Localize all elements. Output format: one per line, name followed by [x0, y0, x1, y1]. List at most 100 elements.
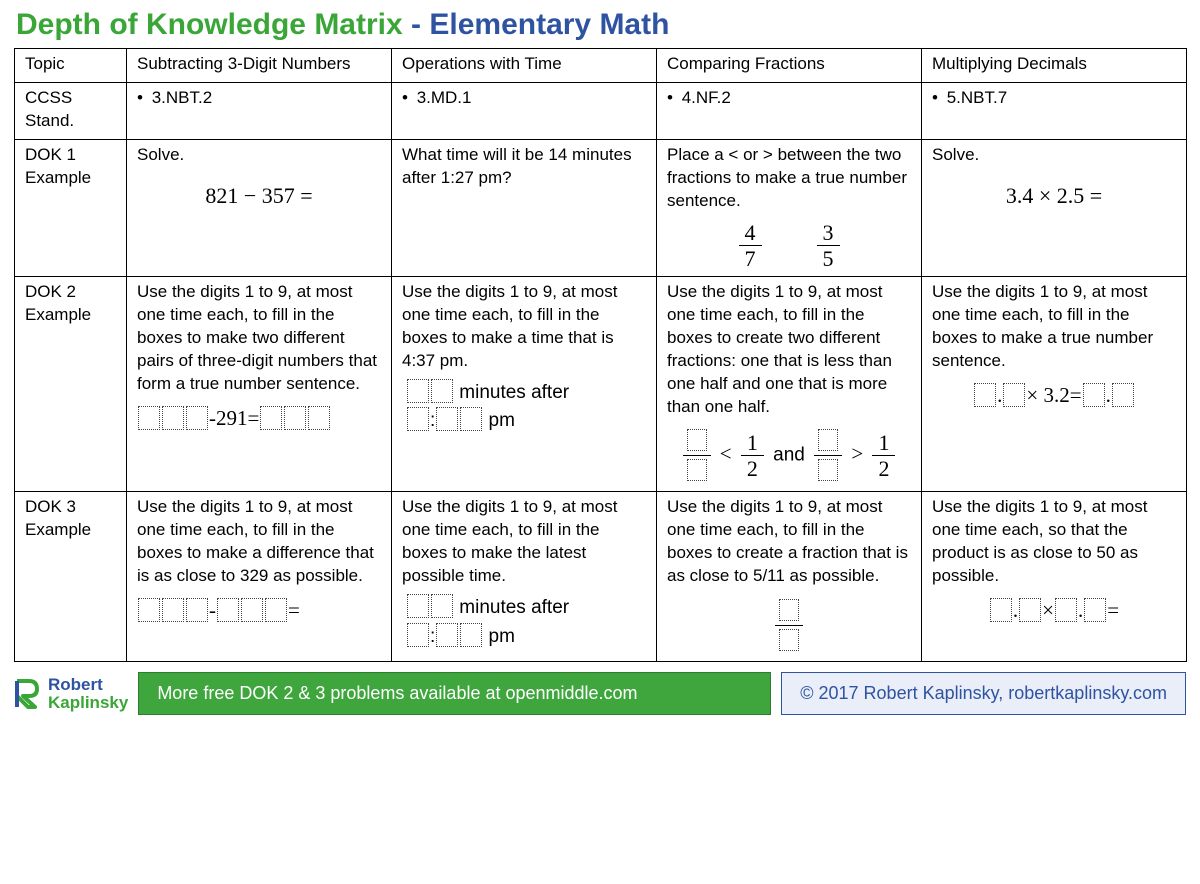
blank-box	[1083, 383, 1105, 407]
row-label-dok1: DOK 1 Example	[15, 139, 127, 276]
dok1-text: What time will it be 14 minutes after 1:…	[402, 144, 646, 190]
row-label-topic: Topic	[15, 49, 127, 83]
blank-box	[186, 406, 208, 430]
dok1-col-4: Solve. 3.4 × 2.5 =	[922, 139, 1187, 276]
blank-box	[260, 406, 282, 430]
row-label-dok3: DOK 3 Example	[15, 492, 127, 662]
dok1-math: 821 − 357 =	[137, 167, 381, 217]
dok-matrix-table: Topic Subtracting 3-Digit Numbers Operat…	[14, 48, 1187, 662]
blank-box	[407, 623, 429, 647]
blank-box	[1003, 383, 1025, 407]
fraction-blank	[683, 426, 711, 485]
dok1-math: 3.4 × 2.5 =	[932, 167, 1176, 217]
dok2-col-1: Use the digits 1 to 9, at most one time …	[127, 276, 392, 492]
blank-box	[265, 598, 287, 622]
footer-copyright: © 2017 Robert Kaplinsky, robertkaplinsky…	[781, 672, 1186, 715]
blank-box	[436, 407, 458, 431]
blank-box	[241, 598, 263, 622]
dok2-text: Use the digits 1 to 9, at most one time …	[667, 281, 911, 419]
blank-box	[687, 459, 707, 481]
dok3-col-1: Use the digits 1 to 9, at most one time …	[127, 492, 392, 662]
dok3-text: Use the digits 1 to 9, at most one time …	[667, 496, 911, 588]
blank-box	[162, 406, 184, 430]
blank-box	[1055, 598, 1077, 622]
blank-box	[436, 623, 458, 647]
blank-box	[818, 459, 838, 481]
ccss-col-1: 3.NBT.2	[127, 82, 392, 139]
blank-box	[990, 598, 1012, 622]
dok1-fractions: 4 7 3 5	[667, 213, 911, 270]
ccss-col-4: 5.NBT.7	[922, 82, 1187, 139]
dok3-col-4: Use the digits 1 to 9, at most one time …	[922, 492, 1187, 662]
dok2-col-4: Use the digits 1 to 9, at most one time …	[922, 276, 1187, 492]
bullet-icon	[932, 88, 947, 107]
footer: Robert Kaplinsky More free DOK 2 & 3 pro…	[14, 672, 1186, 715]
dok2-time-expression: minutes after : pm	[402, 373, 646, 436]
dok1-text: Place a < or > between the two fractions…	[667, 144, 911, 213]
blank-box	[407, 594, 429, 618]
fraction-3-5: 3 5	[817, 221, 840, 270]
dok3-text: Use the digits 1 to 9, at most one time …	[402, 496, 646, 588]
blank-box	[431, 594, 453, 618]
blank-box	[186, 598, 208, 622]
author-logo: Robert Kaplinsky	[14, 676, 128, 712]
title-part-1: Depth of Knowledge Matrix	[16, 8, 403, 41]
blank-box	[1019, 598, 1041, 622]
dok3-text: Use the digits 1 to 9, at most one time …	[137, 496, 381, 588]
page-title: Depth of Knowledge Matrix - Elementary M…	[14, 8, 1186, 42]
blank-box	[138, 406, 160, 430]
fraction-blank	[814, 426, 842, 485]
bullet-icon	[137, 88, 152, 107]
dok3-col-2: Use the digits 1 to 9, at most one time …	[392, 492, 657, 662]
dok3-expression: -=	[137, 588, 381, 624]
ccss-col-3: 4.NF.2	[657, 82, 922, 139]
dok3-expression: .×.=	[932, 588, 1176, 624]
dok3-col-3: Use the digits 1 to 9, at most one time …	[657, 492, 922, 662]
footer-banner: More free DOK 2 & 3 problems available a…	[138, 672, 771, 715]
topic-col-2: Operations with Time	[392, 49, 657, 83]
topic-col-4: Multiplying Decimals	[922, 49, 1187, 83]
fraction-half: 12	[872, 431, 895, 480]
logo-mark-icon	[14, 679, 42, 709]
bullet-icon	[402, 88, 417, 107]
dok1-col-1: Solve. 821 − 357 =	[127, 139, 392, 276]
blank-box	[431, 379, 453, 403]
blank-box	[460, 407, 482, 431]
blank-box	[1112, 383, 1134, 407]
dok1-col-3: Place a < or > between the two fractions…	[657, 139, 922, 276]
fraction-4-7: 4 7	[739, 221, 762, 270]
title-part-2: Elementary Math	[429, 8, 669, 41]
blank-box	[284, 406, 306, 430]
blank-box	[138, 598, 160, 622]
topic-col-1: Subtracting 3-Digit Numbers	[127, 49, 392, 83]
row-label-dok2: DOK 2 Example	[15, 276, 127, 492]
dok2-text: Use the digits 1 to 9, at most one time …	[402, 281, 646, 373]
fraction-blank	[775, 596, 803, 655]
dok3-text: Use the digits 1 to 9, at most one time …	[932, 496, 1176, 588]
blank-box	[217, 598, 239, 622]
blank-box	[162, 598, 184, 622]
bullet-icon	[667, 88, 682, 107]
blank-box	[308, 406, 330, 430]
dok2-expression: .× 3.2=.	[932, 373, 1176, 409]
dok1-text: Solve.	[932, 144, 1176, 167]
blank-box	[974, 383, 996, 407]
row-label-ccss: CCSS Stand.	[15, 82, 127, 139]
blank-box	[687, 429, 707, 451]
blank-box	[460, 623, 482, 647]
dok3-expression	[667, 588, 911, 655]
blank-box	[407, 379, 429, 403]
dok1-text: Solve.	[137, 144, 381, 167]
blank-box	[407, 407, 429, 431]
dok2-text: Use the digits 1 to 9, at most one time …	[137, 281, 381, 396]
fraction-half: 12	[741, 431, 764, 480]
blank-box	[818, 429, 838, 451]
blank-box	[1084, 598, 1106, 622]
dok2-col-3: Use the digits 1 to 9, at most one time …	[657, 276, 922, 492]
ccss-col-2: 3.MD.1	[392, 82, 657, 139]
dok3-time-expression: minutes after : pm	[402, 588, 646, 651]
topic-col-3: Comparing Fractions	[657, 49, 922, 83]
dok2-expression: < 12 and > 12	[667, 418, 911, 485]
dok2-col-2: Use the digits 1 to 9, at most one time …	[392, 276, 657, 492]
title-dash: -	[403, 8, 430, 41]
